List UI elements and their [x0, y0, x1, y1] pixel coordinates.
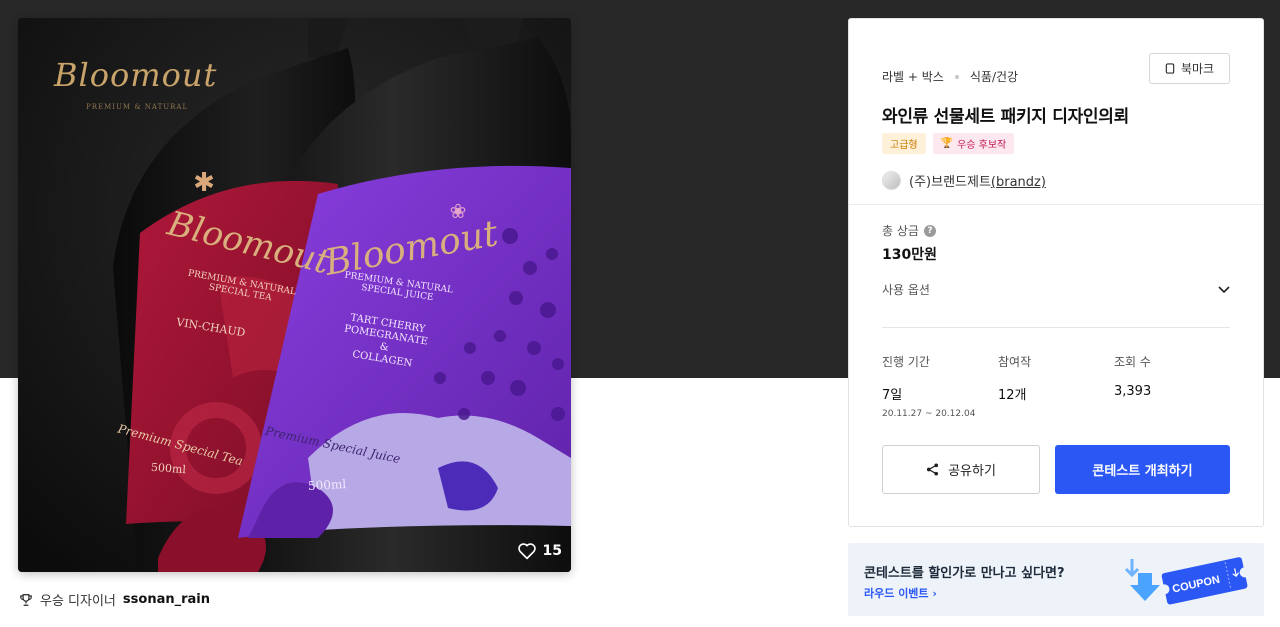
host-info[interactable]: (주)브랜드제트(brandz): [882, 171, 1046, 190]
options-dropdown[interactable]: 사용 옵션: [882, 281, 1230, 298]
stat-participants: 참여작 12개: [998, 353, 1114, 419]
contest-stats: 진행 기간 7일 20.11.27 ~ 20.12.04 참여작 12개 조회 …: [882, 353, 1230, 419]
bookmark-icon: [1165, 63, 1175, 74]
stat-period-value: 7일: [882, 388, 903, 403]
host-link[interactable]: (brandz): [991, 175, 1046, 190]
stat-period: 진행 기간 7일 20.11.27 ~ 20.12.04: [882, 353, 998, 419]
like-button[interactable]: 15: [517, 542, 562, 560]
winner-label: 우승 디자이너: [40, 594, 116, 609]
category-sub[interactable]: 식품/건강: [970, 68, 1018, 85]
avatar: [882, 171, 901, 190]
coupon-banner[interactable]: 콘테스트를 할인가로 만나고 싶다면? 라우드 이벤트 › COUPON: [848, 543, 1264, 616]
prize-label: 총 상금 ?: [882, 222, 936, 239]
prize-value: 130만원: [882, 247, 937, 263]
stat-participants-label: 참여작: [998, 355, 1032, 369]
share-label: 공유하기: [948, 464, 996, 479]
stat-views-value: 3,393: [1114, 384, 1152, 399]
divider: [849, 204, 1263, 205]
contest-title: 와인류 선물세트 패키지 디자인의뢰: [882, 107, 1129, 127]
share-icon: [927, 463, 939, 476]
winner-designer: 우승 디자이너 ssonan_rain: [19, 590, 210, 609]
share-button[interactable]: 공유하기: [882, 445, 1040, 494]
trophy-icon: [20, 593, 32, 606]
winner-candidate-label: 우승 후보작: [957, 140, 1007, 151]
separator-dot: [954, 74, 959, 79]
event-link[interactable]: 라우드 이벤트 ›: [864, 585, 937, 601]
category-breadcrumb: 라벨 + 박스 식품/건강: [882, 68, 1018, 85]
coupon-icon: COUPON: [1124, 557, 1250, 605]
trophy-icon: 🏆: [940, 138, 954, 149]
host-contest-button[interactable]: 콘테스트 개최하기: [1055, 445, 1230, 494]
prize-label-text: 총 상금: [882, 224, 919, 238]
host-name: (주)브랜드제트: [909, 175, 991, 190]
red-label-volume: 500ml: [150, 460, 187, 477]
brand-logo: Bloomout: [54, 56, 218, 94]
stat-views: 조회 수 3,393: [1114, 353, 1230, 419]
coupon-headline: 콘테스트를 할인가로 만나고 싶다면?: [864, 566, 1065, 581]
winner-candidate-badge: 🏆 우승 후보작: [932, 133, 1015, 154]
stat-participants-value: 12개: [998, 388, 1027, 403]
options-label: 사용 옵션: [882, 283, 930, 297]
divider: [882, 327, 1230, 328]
heart-icon: [517, 543, 536, 560]
winner-name[interactable]: ssonan_rain: [123, 592, 210, 607]
product-image[interactable]: ✱ ❀ Bloomout PREMIUM & NATURAL Bloomout …: [18, 18, 571, 572]
bookmark-button[interactable]: 북마크: [1149, 53, 1230, 84]
brand-tagline: PREMIUM & NATURAL: [86, 103, 189, 111]
help-icon[interactable]: ?: [923, 224, 936, 237]
svg-text:✱: ✱: [193, 168, 215, 198]
premium-badge: 고급형: [882, 133, 926, 154]
event-link-label: 라우드 이벤트: [864, 587, 929, 600]
chevron-down-icon: [1218, 285, 1230, 293]
category-main[interactable]: 라벨 + 박스: [882, 68, 944, 85]
contest-info-panel: 라벨 + 박스 식품/건강 북마크 와인류 선물세트 패키지 디자인의뢰 고급형…: [848, 18, 1264, 527]
like-count: 15: [542, 543, 562, 559]
badges: 고급형 🏆 우승 후보작: [882, 133, 1015, 154]
stat-period-label: 진행 기간: [882, 355, 930, 369]
bookmark-label: 북마크: [1180, 62, 1215, 76]
stat-period-range: 20.11.27 ~ 20.12.04: [882, 409, 976, 419]
purple-label-volume: 500ml: [307, 477, 347, 493]
stat-views-label: 조회 수: [1114, 355, 1151, 369]
